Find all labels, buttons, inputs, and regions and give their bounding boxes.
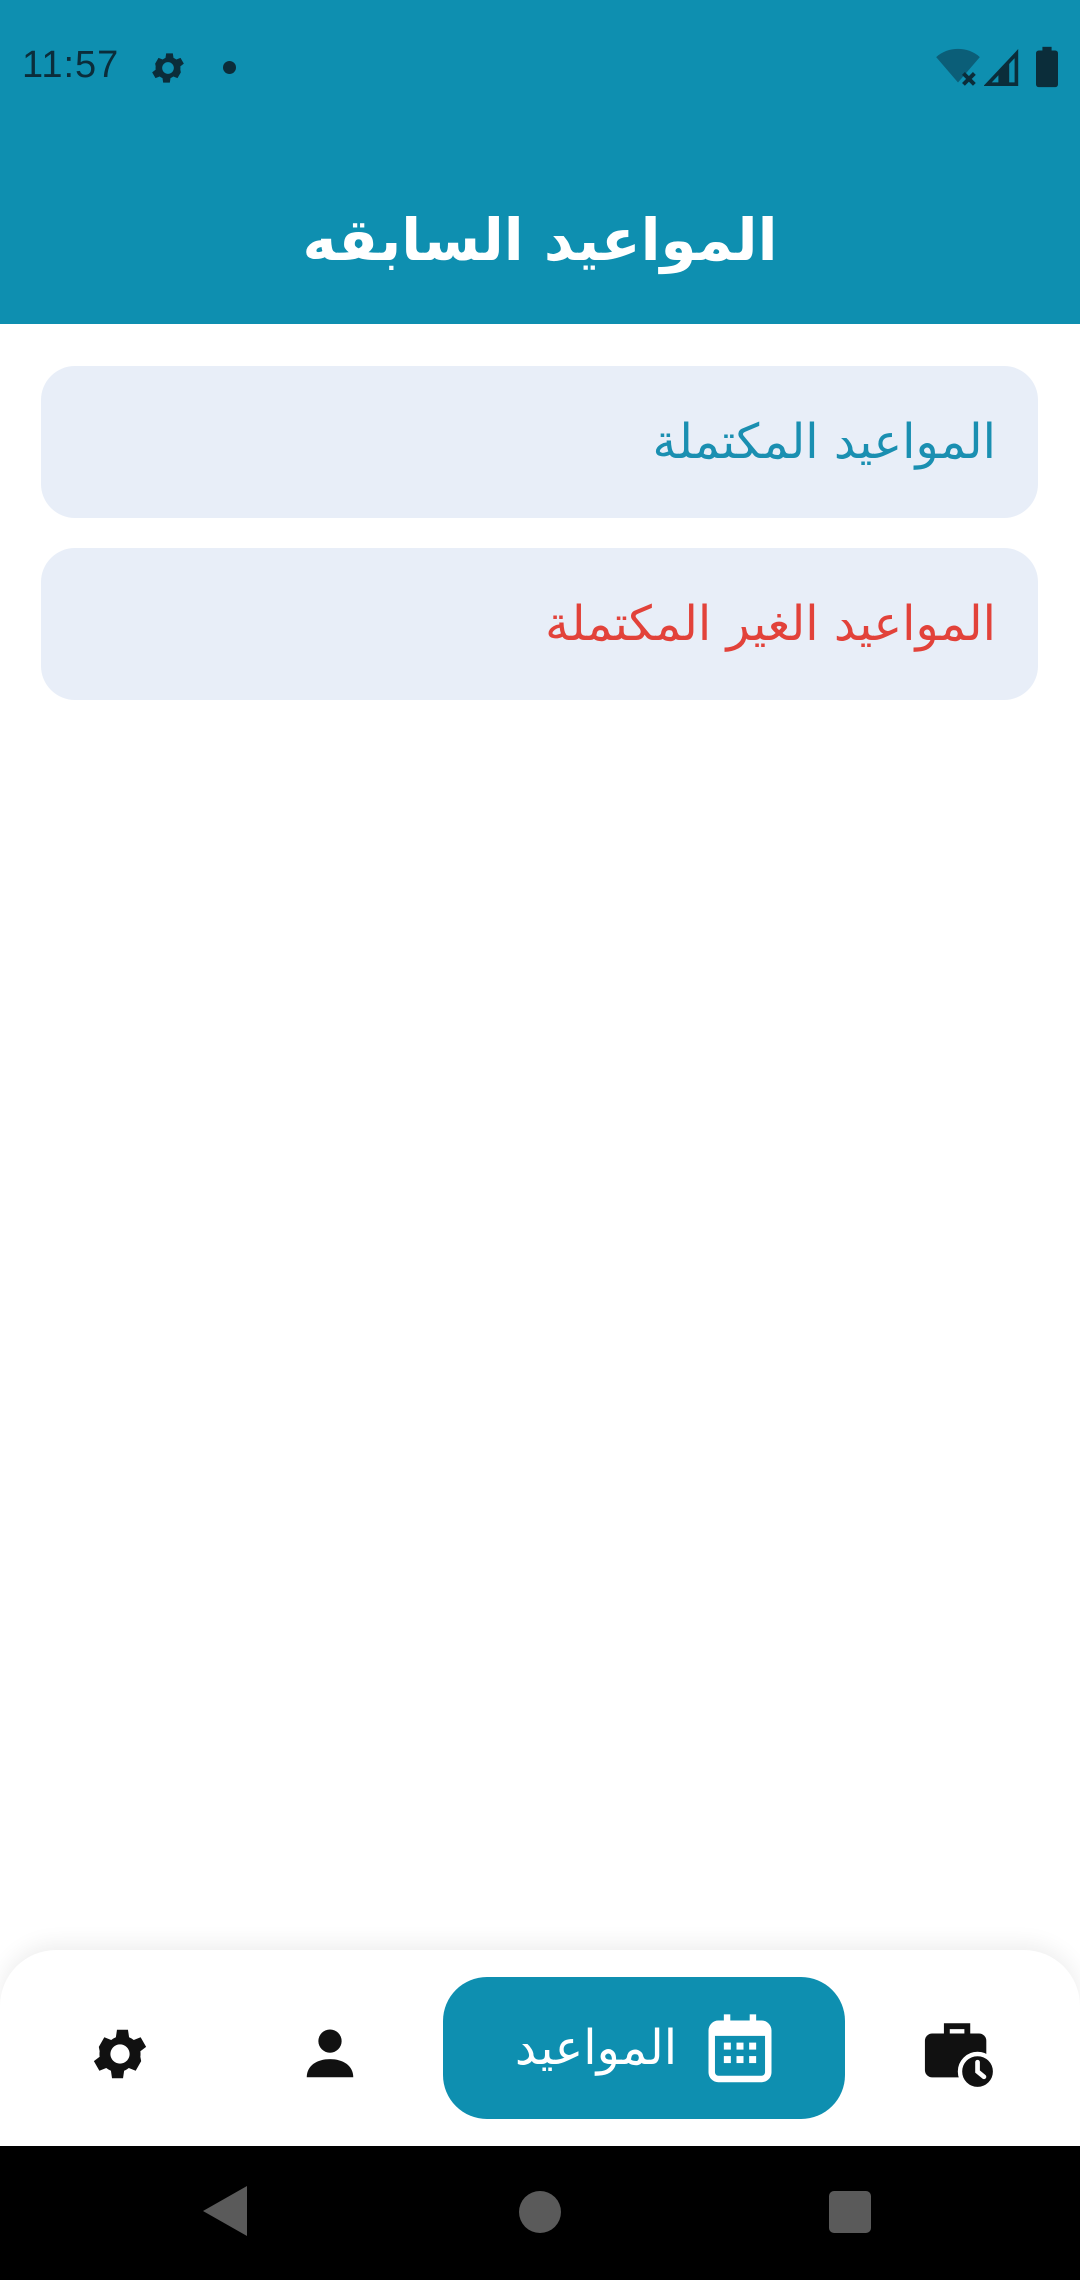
- settings-icon: [93, 2029, 147, 2079]
- person-icon: [306, 2029, 354, 2078]
- system-navigation-bar: [0, 2146, 1080, 2280]
- history-briefcase-icon: [924, 2023, 998, 2092]
- app-header: 11:57 المواعيد السابقه: [0, 0, 1080, 324]
- battery-icon: [1036, 46, 1058, 88]
- status-time: 11:57: [22, 44, 120, 86]
- calendar-icon: [708, 2014, 772, 2083]
- incomplete-appointments-label: المواعيد الغير المكتملة: [545, 596, 996, 652]
- page-title: المواعيد السابقه: [302, 206, 778, 274]
- nav-profile[interactable]: [290, 2014, 370, 2094]
- nav-history[interactable]: [918, 2012, 1002, 2096]
- completed-appointments-label: المواعيد المكتملة: [652, 414, 997, 470]
- nav-appointments-label: المواعيد: [514, 2020, 678, 2076]
- recents-icon[interactable]: [829, 2191, 871, 2233]
- gear-icon: [152, 53, 184, 83]
- completed-appointments-item[interactable]: المواعيد المكتملة: [41, 366, 1038, 518]
- wifi-off-icon: [936, 48, 980, 86]
- back-icon[interactable]: [203, 2186, 247, 2236]
- nav-appointments[interactable]: المواعيد: [443, 1977, 845, 2119]
- signal-icon: [984, 49, 1019, 86]
- nav-settings[interactable]: [80, 2014, 160, 2094]
- bottom-navigation: المواعيد: [0, 1950, 1080, 2146]
- screen: 11:57 المواعيد السابقه المواعيد المكتملة…: [0, 0, 1080, 2280]
- home-icon[interactable]: [519, 2191, 561, 2233]
- incomplete-appointments-item[interactable]: المواعيد الغير المكتملة: [41, 548, 1038, 700]
- notification-dot-icon: [223, 61, 236, 74]
